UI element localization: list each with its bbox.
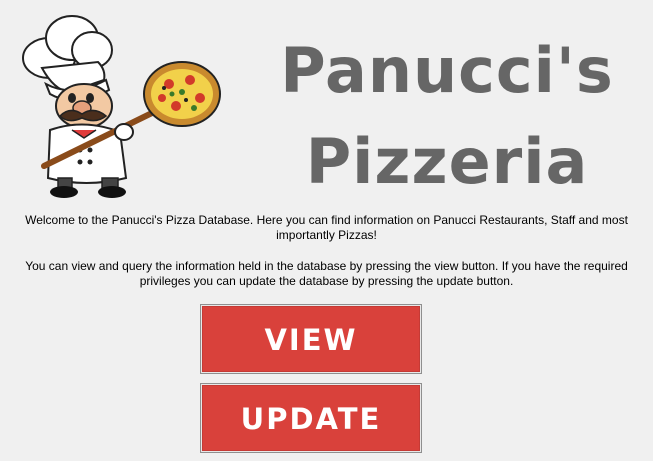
brand-title: Panucci's Pizzeria <box>262 26 632 207</box>
brand-title-line1: Panucci's <box>280 34 614 107</box>
instructions-text: You can view and query the information h… <box>25 259 628 288</box>
update-button[interactable]: UPDATE <box>200 383 422 453</box>
chef-with-pizza-icon <box>14 10 224 200</box>
welcome-text: Welcome to the Panucci's Pizza Database.… <box>25 213 628 242</box>
brand-title-line2: Pizzeria <box>305 124 589 198</box>
view-button[interactable]: VIEW <box>200 304 422 374</box>
